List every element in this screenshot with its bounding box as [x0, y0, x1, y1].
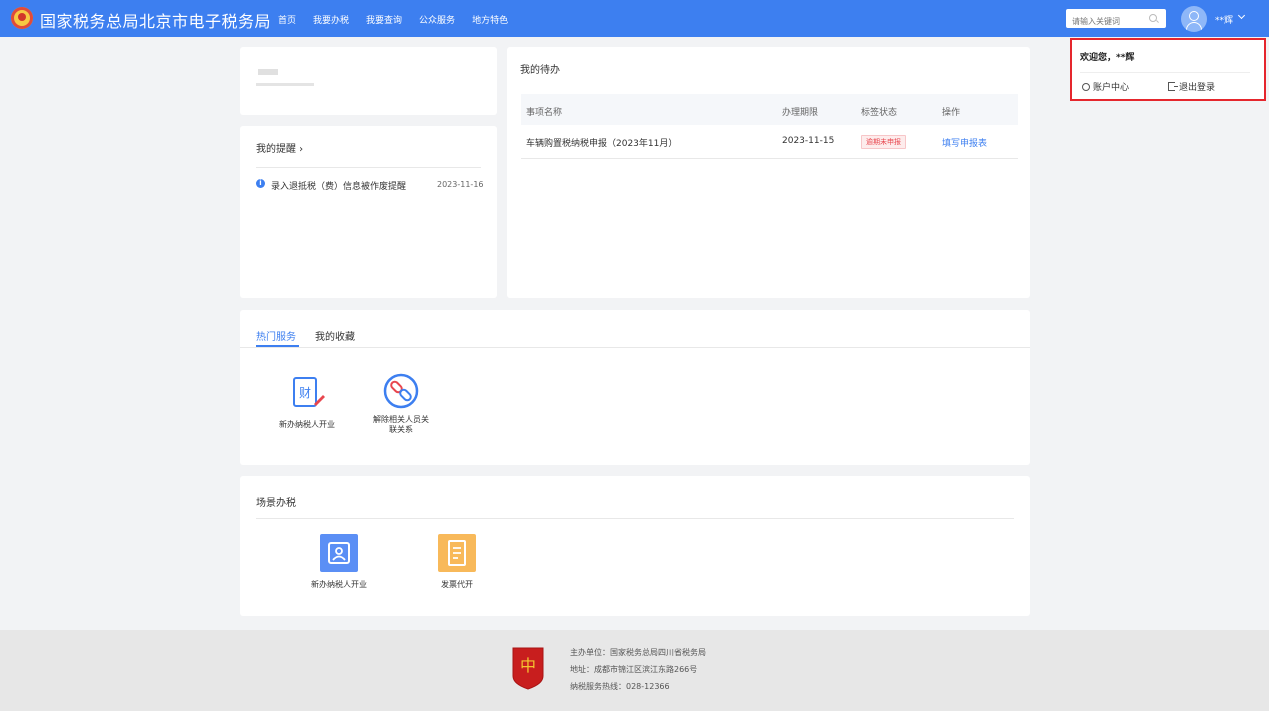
avatar[interactable] [1181, 6, 1207, 32]
table-row-divider [521, 158, 1018, 159]
scenes-title: 场景办税 [256, 498, 296, 509]
footer-address: 地址：成都市锦江区滨江东路266号 [570, 665, 698, 674]
search-box [1066, 9, 1166, 31]
profile-id-masked [256, 83, 314, 86]
site-title[interactable]: 国家税务总局北京市电子税务局 [40, 8, 271, 32]
reminders-title[interactable]: 我的提醒 › [256, 140, 303, 155]
nav-item-public-service[interactable]: 公众服务 [419, 16, 455, 26]
finance-form-icon[interactable]: 财 [290, 374, 326, 410]
profile-card [240, 47, 497, 115]
chevron-down-icon[interactable] [1237, 11, 1246, 20]
service-label[interactable]: 解除相关人员关 联关系 [361, 415, 441, 435]
user-menu-dropdown: 欢迎您，**辉 账户中心 退出登录 [1070, 38, 1266, 101]
nav-item-do-tax[interactable]: 我要办税 [313, 16, 349, 26]
reminder-text[interactable]: 录入退抵税（费）信息被作废提醒 [271, 179, 406, 192]
registration-icon[interactable] [320, 534, 358, 572]
column-header: 标签状态 [861, 108, 898, 118]
status-badge: 逾期未申报 [861, 135, 906, 149]
todo-card: 我的待办 事项名称 办理期限 标签状态 操作 车辆购置税纳税申报（2023年11… [507, 47, 1030, 298]
svg-text:中: 中 [520, 656, 536, 675]
tab-hot-services[interactable]: 热门服务 [256, 328, 296, 343]
logout-icon [1168, 82, 1178, 91]
account-center-link[interactable]: 账户中心 [1082, 80, 1129, 93]
services-card: 热门服务 我的收藏 财 新办纳税人开业 解除相关人员关 联关系 [240, 310, 1030, 465]
nav-item-local-feature[interactable]: 地方特色 [472, 16, 508, 26]
service-label-line: 联关系 [389, 425, 413, 434]
service-label[interactable]: 新办纳税人开业 [267, 420, 347, 430]
divider [256, 167, 481, 168]
fill-return-link[interactable]: 填写申报表 [942, 136, 987, 149]
svg-text:财: 财 [299, 386, 311, 400]
person-icon [1082, 83, 1090, 91]
top-navigation-bar: 国家税务总局北京市电子税务局 首页 我要办税 我要查询 公众服务 地方特色 **辉 [0, 0, 1269, 37]
footer: 中 主办单位：国家税务总局四川省税务局 地址：成都市锦江区滨江东路266号 纳税… [0, 630, 1269, 711]
scene-label[interactable]: 发票代开 [417, 580, 497, 590]
account-center-label: 账户中心 [1093, 83, 1130, 93]
profile-name-masked [258, 69, 278, 75]
logout-link[interactable]: 退出登录 [1168, 80, 1215, 93]
scene-label[interactable]: 新办纳税人开业 [299, 580, 379, 590]
scenes-card: 场景办税 新办纳税人开业 发票代开 [240, 476, 1030, 616]
invoice-icon[interactable] [438, 534, 476, 572]
nav-item-query[interactable]: 我要查询 [366, 16, 402, 26]
divider [1080, 72, 1250, 73]
column-header: 操作 [942, 108, 961, 118]
todo-item-name: 车辆购置税纳税申报（2023年11月） [526, 139, 678, 149]
logout-label: 退出登录 [1179, 83, 1216, 93]
search-icon[interactable] [1149, 14, 1157, 22]
tab-my-favorites[interactable]: 我的收藏 [315, 328, 355, 343]
main-nav: 首页 我要办税 我要查询 公众服务 地方特色 [278, 13, 525, 26]
column-header: 办理期限 [782, 108, 819, 118]
reminder-date: 2023-11-16 [437, 180, 484, 189]
todo-item-deadline: 2023-11-15 [782, 136, 835, 146]
search-input[interactable] [1066, 12, 1148, 31]
user-name[interactable]: **辉 [1215, 13, 1233, 26]
service-label-line: 解除相关人员关 [373, 415, 429, 424]
divider [256, 518, 1014, 519]
divider [240, 347, 1030, 348]
nav-item-home[interactable]: 首页 [278, 16, 296, 26]
footer-host: 主办单位：国家税务总局四川省税务局 [570, 648, 706, 657]
unlink-icon[interactable] [382, 372, 420, 410]
reminders-card: 我的提醒 › i 录入退抵税（费）信息被作废提醒 2023-11-16 [240, 126, 497, 298]
footer-hotline: 纳税服务热线：028-12366 [570, 682, 670, 691]
welcome-text: 欢迎您，**辉 [1080, 53, 1135, 63]
table-header: 事项名称 办理期限 标签状态 操作 [521, 94, 1018, 125]
todo-title: 我的待办 [520, 65, 560, 76]
tax-emblem-icon [11, 7, 33, 29]
column-header: 事项名称 [526, 108, 563, 118]
government-emblem-icon: 中 [512, 647, 544, 690]
info-icon: i [256, 179, 265, 188]
